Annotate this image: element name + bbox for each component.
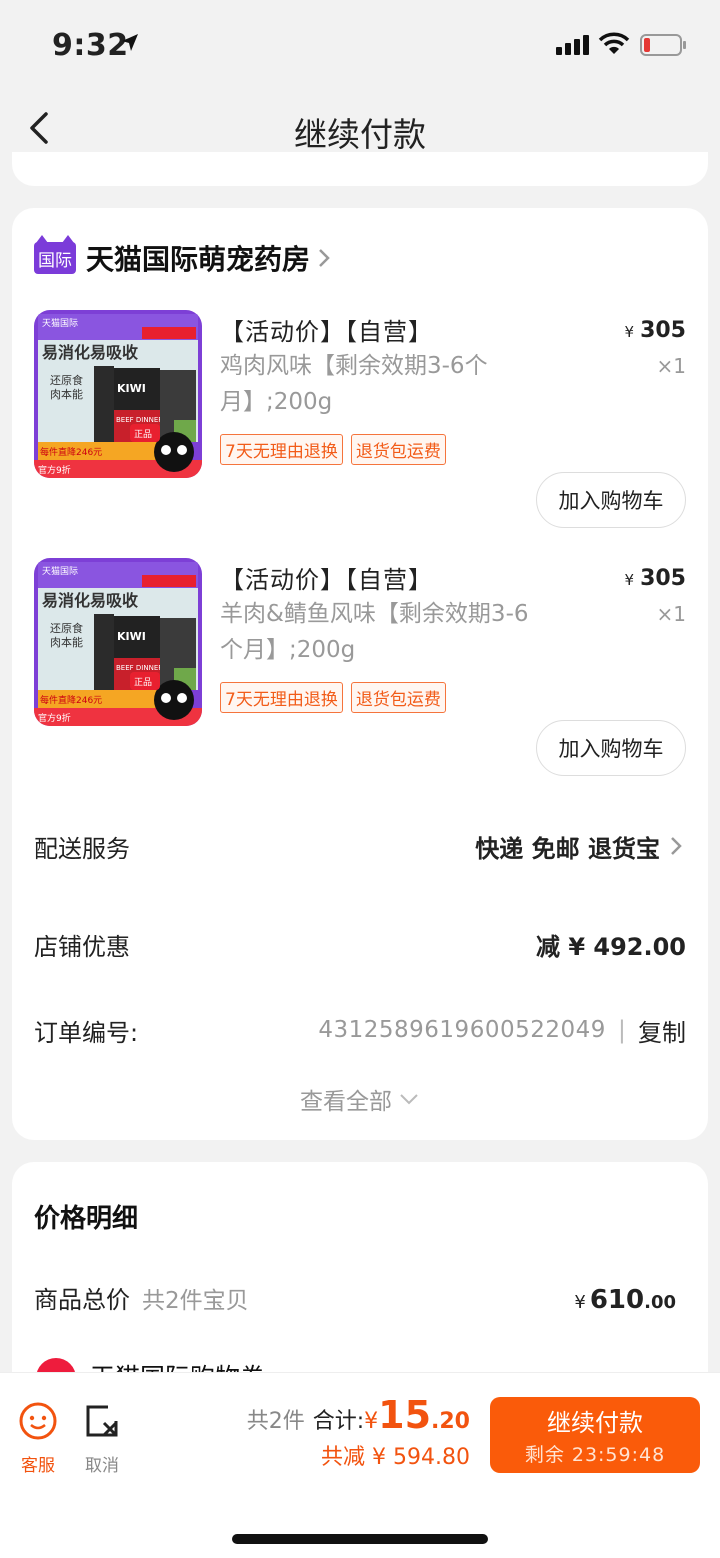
battery-icon (640, 34, 686, 56)
svg-text:KIWI: KIWI (117, 630, 146, 643)
product-price: ¥305 (625, 318, 686, 343)
bottom-action-bar: 客服 取消 共2件 合计: ¥ 15 .20 共减 ¥ 594.80 继续付款 … (0, 1372, 720, 1558)
price-value: 305 (640, 566, 686, 591)
item-count: 共2件宝贝 (142, 1288, 249, 1314)
product-tags: 【活动价】【自营】 (220, 318, 433, 346)
svg-text:官方9折: 官方9折 (38, 712, 71, 724)
svg-text:肉本能: 肉本能 (50, 635, 83, 649)
order-number-row: 订单编号: 4312589619600522049 | 复制 (34, 1010, 686, 1050)
svg-text:正品: 正品 (134, 677, 152, 688)
svg-text:还原食: 还原食 (50, 373, 83, 387)
svg-text:易消化易吸收: 易消化易吸收 (42, 591, 138, 610)
discount-label: 店铺优惠 (34, 932, 130, 961)
total-dec: .00 (644, 1292, 676, 1313)
order-summary: 共2件 合计: ¥ 15 .20 共减 ¥ 594.80 (247, 1393, 470, 1471)
total-int: 15 (378, 1393, 432, 1437)
store-discount-row: 店铺优惠 减 ¥ 492.00 (34, 924, 686, 964)
service-label: 客服 (21, 1456, 55, 1476)
location-arrow-icon (122, 34, 138, 51)
product-quantity: ×1 (656, 354, 686, 378)
svg-text:每件直降246元: 每件直降246元 (40, 694, 102, 706)
view-all-button[interactable]: 查看全部 (12, 1082, 708, 1116)
cancel-icon (86, 1405, 118, 1437)
svg-text:BEEF DINNER: BEEF DINNER (116, 416, 163, 424)
price-value: 305 (640, 318, 686, 343)
product-item[interactable]: 天猫国际 易消化易吸收 还原食 肉本能 KIWI BEEF DINNER 每件直… (12, 558, 708, 790)
return-badge: 7天无理由退换 (220, 682, 343, 713)
delivery-value-text: 快递 免邮 退货宝 (475, 834, 660, 863)
delivery-value: 快递 免邮 退货宝 (475, 829, 686, 864)
wifi-icon (598, 32, 630, 54)
countdown-timer: 剩余 23:59:48 (524, 1444, 666, 1466)
tmall-global-badge: 国际 (34, 235, 76, 274)
product-price: ¥305 (625, 566, 686, 591)
svg-text:天猫国际: 天猫国际 (42, 565, 78, 577)
product-variant: 鸡肉风味【剩余效期3-6个月】;200g (220, 353, 488, 415)
total-label: 合计: (312, 1409, 365, 1434)
chevron-right-icon (671, 837, 682, 855)
service-face-icon (19, 1402, 57, 1440)
product-image[interactable]: 天猫国际 易消化易吸收 还原食 肉本能 KIWI BEEF DINNER 每件直… (34, 558, 202, 726)
service-badges: 7天无理由退换 退货包运费 (220, 682, 446, 713)
cancel-label: 取消 (85, 1456, 119, 1476)
separator: | (617, 1016, 626, 1044)
shipping-badge: 退货包运费 (350, 434, 446, 465)
pay-label: 继续付款 (547, 1409, 643, 1437)
svg-text:正品: 正品 (134, 429, 152, 440)
product-item[interactable]: 天猫国际 易消化易吸收 还原食 肉本能 KIWI BEEF DINNER 每件直… (12, 310, 708, 542)
service-badges: 7天无理由退换 退货包运费 (220, 434, 446, 465)
store-order-card: 国际 天猫国际萌宠药房 天猫国际 易消化易吸收 还原食 肉本能 KIWI BEE… (12, 208, 708, 1140)
customer-service-button[interactable]: 客服 (8, 1401, 68, 1476)
goods-total-value: ¥610.00 (574, 1285, 676, 1315)
return-badge: 7天无理由退换 (220, 434, 343, 465)
svg-text:KIWI: KIWI (117, 382, 146, 395)
svg-text:每件直降246元: 每件直降246元 (40, 446, 102, 458)
product-image[interactable]: 天猫国际 易消化易吸收 还原食 肉本能 KIWI BEEF DINNER 每件直… (34, 310, 202, 478)
status-time: 9:32 (52, 28, 129, 63)
product-tags: 【活动价】【自营】 (220, 566, 433, 594)
goods-total-row: 商品总价 共2件宝贝 ¥610.00 (34, 1280, 676, 1315)
currency-symbol: ¥ (574, 1292, 586, 1313)
store-header[interactable]: 国际 天猫国际萌宠药房 (34, 235, 332, 278)
address-card-remnant (12, 152, 708, 186)
delivery-row[interactable]: 配送服务 快递 免邮 退货宝 (34, 826, 686, 866)
order-number: 4312589619600522049 (318, 1017, 606, 1043)
copy-button[interactable]: 复制 (638, 1013, 686, 1048)
order-label: 订单编号: (34, 1018, 139, 1047)
store-name: 天猫国际萌宠药房 (86, 243, 311, 276)
currency-symbol: ¥ (364, 1409, 379, 1434)
svg-text:BEEF DINNER: BEEF DINNER (116, 664, 163, 672)
currency-symbol: ¥ (624, 323, 635, 341)
goods-total-label: 商品总价 (34, 1286, 130, 1314)
svg-text:天猫国际: 天猫国际 (42, 317, 78, 329)
currency-symbol: ¥ (624, 571, 635, 589)
total-dec: .20 (431, 1409, 470, 1434)
price-detail-title: 价格明细 (34, 1204, 139, 1234)
svg-text:还原食: 还原食 (50, 621, 83, 635)
continue-payment-button[interactable]: 继续付款 剩余 23:59:48 (490, 1397, 700, 1473)
product-quantity: ×1 (656, 602, 686, 626)
shipping-badge: 退货包运费 (350, 682, 446, 713)
total-saved: 共减 ¥ 594.80 (321, 1445, 470, 1470)
discount-value: 减 ¥ 492.00 (535, 932, 686, 961)
add-to-cart-button[interactable]: 加入购物车 (536, 720, 686, 776)
product-variant: 羊肉&鲭鱼风味【剩余效期3-6个月】;200g (220, 601, 529, 663)
chevron-right-icon (319, 249, 330, 267)
chevron-down-icon (400, 1094, 418, 1105)
svg-text:易消化易吸收: 易消化易吸收 (42, 343, 138, 362)
total-int: 610 (589, 1285, 645, 1315)
item-count: 共2件 (246, 1409, 305, 1434)
add-to-cart-button[interactable]: 加入购物车 (536, 472, 686, 528)
svg-text:官方9折: 官方9折 (38, 464, 71, 476)
delivery-label: 配送服务 (34, 834, 130, 863)
status-bar: 9:32 (0, 0, 720, 90)
page-title: 继续付款 (294, 115, 426, 154)
view-all-label: 查看全部 (300, 1089, 392, 1115)
cancel-order-button[interactable]: 取消 (72, 1401, 132, 1476)
cellular-signal-icon (556, 35, 589, 55)
svg-text:肉本能: 肉本能 (50, 387, 83, 401)
home-indicator (232, 1534, 488, 1544)
